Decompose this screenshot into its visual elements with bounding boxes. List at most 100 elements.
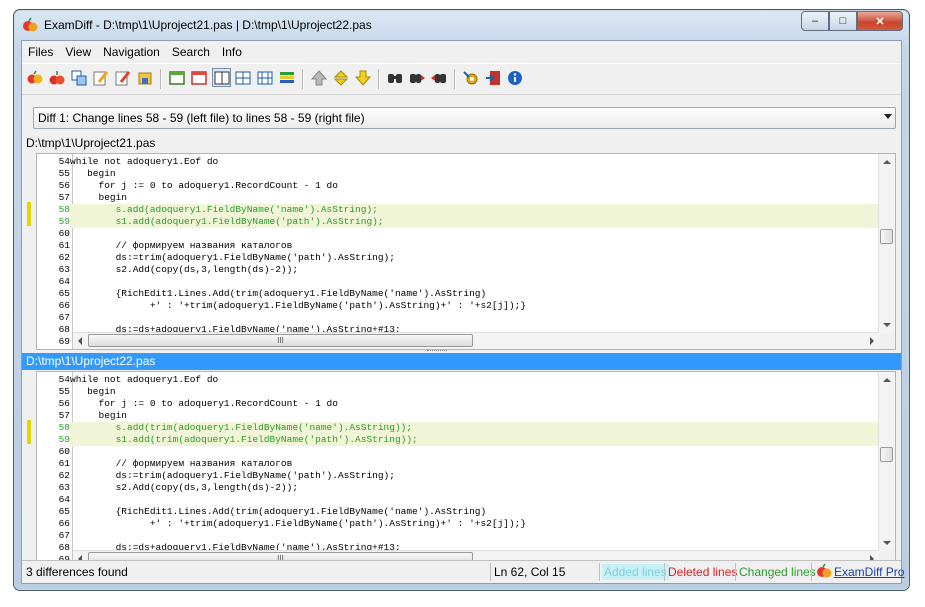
find-next-icon[interactable] bbox=[408, 69, 426, 87]
line-number: 64 bbox=[58, 276, 70, 287]
first-diff-icon[interactable] bbox=[310, 69, 328, 87]
code-line[interactable]: 63 s2.Add(copy(ds,3,length(ds)-2)); bbox=[37, 482, 879, 494]
examdiff-app-icon bbox=[23, 17, 38, 32]
changed-code-line[interactable]: 58 s.add(trim(adoquery1.FieldByName('nam… bbox=[37, 422, 879, 434]
menu-search[interactable]: Search bbox=[166, 45, 216, 59]
toolbar-separator bbox=[378, 69, 380, 89]
code-line[interactable]: 66 +' : '+trim(adoquery1.FieldByName('pa… bbox=[37, 518, 879, 530]
menu-view[interactable]: View bbox=[59, 45, 97, 59]
scroll-right-icon[interactable] bbox=[870, 337, 874, 345]
left-file-pane[interactable]: 54 while not adoquery1.Eof do 55 begin 56 f… bbox=[36, 153, 896, 350]
show-left-pane-icon[interactable] bbox=[168, 69, 186, 87]
line-text: s2.Add(copy(ds,3,length(ds)-2)); bbox=[70, 482, 299, 493]
split-horizontal-icon[interactable] bbox=[212, 68, 231, 87]
code-line[interactable]: 62 ds:=trim(adoquery1.FieldByName('path'… bbox=[37, 470, 879, 482]
left-diff-marker bbox=[27, 202, 31, 226]
line-number: 57 bbox=[58, 410, 70, 421]
line-number: 66 bbox=[58, 300, 70, 311]
differences-count: 3 differences found bbox=[26, 565, 128, 579]
changed-code-line[interactable]: 59 s1.add(adoquery1.FieldByName('path').… bbox=[37, 216, 879, 228]
left-horizontal-scrollbar[interactable]: III bbox=[73, 332, 879, 349]
code-line[interactable]: 57 begin bbox=[37, 410, 879, 422]
color-bars-icon[interactable] bbox=[278, 69, 296, 87]
scroll-thumb[interactable]: III bbox=[88, 334, 473, 347]
examdiff-pro-link[interactable]: ExamDiff Pro bbox=[834, 564, 904, 580]
prev-diff-icon[interactable] bbox=[332, 69, 350, 87]
scroll-left-icon[interactable] bbox=[78, 337, 82, 345]
split-both-icon[interactable] bbox=[256, 69, 274, 87]
line-number: 59 bbox=[58, 216, 70, 227]
code-line[interactable]: 65 {RichEdit1.Lines.Add(trim(adoquery1.F… bbox=[37, 288, 879, 300]
line-number: 54 bbox=[58, 156, 70, 167]
show-right-pane-icon[interactable] bbox=[190, 69, 208, 87]
code-line[interactable]: 56 for j := 0 to adoquery1.RecordCount -… bbox=[37, 398, 879, 410]
about-icon[interactable] bbox=[506, 69, 524, 87]
scroll-up-icon[interactable] bbox=[883, 378, 891, 382]
changed-code-line[interactable]: 58 s.add(adoquery1.FieldByName('name').A… bbox=[37, 204, 879, 216]
changed-code-line[interactable]: 59 s1.add(trim(adoquery1.FieldByName('pa… bbox=[37, 434, 879, 446]
edit-right-icon[interactable] bbox=[114, 69, 132, 87]
scroll-thumb[interactable] bbox=[880, 447, 893, 462]
scroll-up-icon[interactable] bbox=[883, 160, 891, 164]
window-title: ExamDiff - D:\tmp\1\Uproject21.pas | D:\… bbox=[44, 18, 372, 32]
line-number: 66 bbox=[58, 518, 70, 529]
code-line[interactable]: 57 begin bbox=[37, 192, 879, 204]
diff-selector-dropdown[interactable]: Diff 1: Change lines 58 - 59 (left file)… bbox=[33, 107, 896, 129]
code-line[interactable]: 60 bbox=[37, 228, 879, 240]
find-icon[interactable] bbox=[386, 69, 404, 87]
code-line[interactable]: 65 {RichEdit1.Lines.Add(trim(adoquery1.F… bbox=[37, 506, 879, 518]
dropdown-arrow-icon[interactable] bbox=[884, 114, 892, 119]
title-bar[interactable]: ExamDiff - D:\tmp\1\Uproject21.pas | D:\… bbox=[14, 10, 909, 40]
code-line[interactable]: 64 bbox=[37, 494, 879, 506]
code-line[interactable]: 67 bbox=[37, 312, 879, 324]
examdiff-window: ExamDiff - D:\tmp\1\Uproject21.pas | D:\… bbox=[13, 9, 910, 591]
exit-icon[interactable] bbox=[484, 69, 502, 87]
compare-dirs-icon[interactable] bbox=[70, 69, 88, 87]
line-number: 60 bbox=[58, 446, 70, 457]
code-line[interactable]: 56 for j := 0 to adoquery1.RecordCount -… bbox=[37, 180, 879, 192]
maximize-button[interactable]: □ bbox=[829, 11, 857, 31]
find-prev-icon[interactable] bbox=[430, 69, 448, 87]
code-line[interactable]: 61 // формируем названия каталогов bbox=[37, 240, 879, 252]
code-line[interactable]: 62 ds:=trim(adoquery1.FieldByName('path'… bbox=[37, 252, 879, 264]
code-line[interactable]: 54 while not adoquery1.Eof do bbox=[37, 156, 879, 168]
code-line[interactable]: 64 bbox=[37, 276, 879, 288]
line-number: 67 bbox=[58, 530, 70, 541]
line-text: ds:=trim(adoquery1.FieldByName('path').A… bbox=[70, 252, 395, 263]
split-vertical-icon[interactable] bbox=[234, 69, 252, 87]
code-line[interactable]: 67 bbox=[37, 530, 879, 542]
code-line[interactable]: 63 s2.Add(copy(ds,3,length(ds)-2)); bbox=[37, 264, 879, 276]
menu-navigation[interactable]: Navigation bbox=[97, 45, 166, 59]
reopen-icon[interactable] bbox=[48, 69, 66, 87]
edit-left-icon[interactable] bbox=[92, 69, 110, 87]
line-number: 65 bbox=[58, 506, 70, 517]
menu-files[interactable]: Files bbox=[22, 45, 59, 59]
examdiff-pro-icon[interactable] bbox=[816, 563, 832, 579]
left-vertical-scrollbar[interactable] bbox=[878, 154, 895, 333]
line-number: 57 bbox=[58, 192, 70, 203]
close-button[interactable]: ✕ bbox=[857, 11, 903, 31]
right-file-pane[interactable]: 54 while not adoquery1.Eof do 55 begin 56 f… bbox=[36, 371, 896, 568]
line-text: // формируем названия каталогов bbox=[70, 240, 293, 251]
code-line[interactable]: 55 begin bbox=[37, 168, 879, 180]
code-line[interactable]: 60 bbox=[37, 446, 879, 458]
scroll-thumb[interactable] bbox=[880, 229, 893, 244]
code-line[interactable]: 66 +' : '+trim(adoquery1.FieldByName('pa… bbox=[37, 300, 879, 312]
code-line[interactable]: 54 while not adoquery1.Eof do bbox=[37, 374, 879, 386]
toolbar-separator bbox=[160, 69, 162, 89]
line-number: 63 bbox=[58, 264, 70, 275]
line-number: 58 bbox=[58, 204, 70, 215]
scroll-down-icon[interactable] bbox=[883, 323, 891, 327]
next-diff-icon[interactable] bbox=[354, 69, 372, 87]
right-vertical-scrollbar[interactable] bbox=[878, 372, 895, 551]
code-line[interactable]: 61 // формируем названия каталогов bbox=[37, 458, 879, 470]
menu-info[interactable]: Info bbox=[216, 45, 248, 59]
save-icon[interactable] bbox=[136, 69, 154, 87]
open-files-icon[interactable] bbox=[26, 69, 44, 87]
minimize-button[interactable]: – bbox=[801, 11, 829, 31]
code-line[interactable]: 55 begin bbox=[37, 386, 879, 398]
line-number: 60 bbox=[58, 228, 70, 239]
scroll-down-icon[interactable] bbox=[883, 541, 891, 545]
options-icon[interactable] bbox=[462, 69, 480, 87]
line-text: for j := 0 to adoquery1.RecordCount - 1 … bbox=[70, 398, 338, 409]
